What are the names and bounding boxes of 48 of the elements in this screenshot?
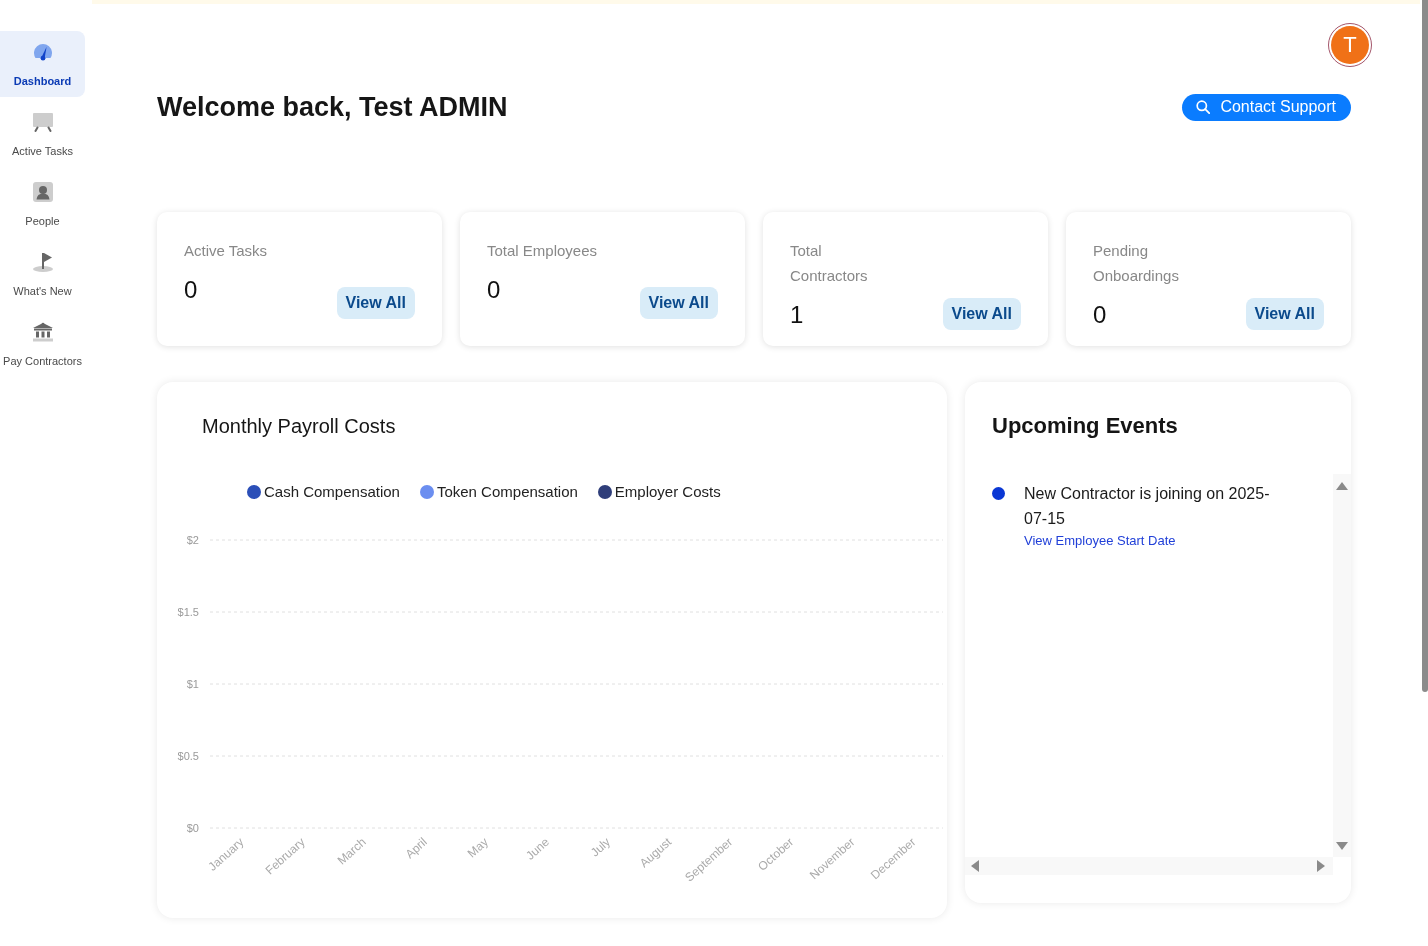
panel-title: Upcoming Events [992,412,1178,440]
view-all-button[interactable]: View All [336,287,415,319]
event-text: New Contractor is joining on 2025-07-15 [1024,484,1271,529]
sidebar-item[interactable]: People [0,171,85,237]
bank-icon [31,322,54,342]
person-icon [31,182,54,202]
axis-label: $0 [186,822,199,834]
axis-label: June [523,834,552,863]
stat-label: Active Tasks [184,241,268,261]
scrollbar-thumb[interactable] [1422,0,1428,692]
axis-label: July [587,834,614,860]
horizontal-scrollbar[interactable] [965,857,1333,875]
search-icon [1196,100,1211,114]
chart-title: Monthly Payroll Costs [202,414,396,439]
stat-label: Pending Onboardings [1093,241,1180,286]
sidebar-item[interactable]: Pay Contractors [0,311,85,377]
axis-label: $2 [186,534,199,546]
stat-label: Total Employees [487,241,598,261]
sidebar-item[interactable]: Dashboard [0,31,85,97]
event-link[interactable]: View Employee Start Date [1024,531,1176,551]
contact-support-button[interactable]: Contact Support [1182,93,1351,121]
sidebar-item[interactable]: Active Tasks [0,101,85,167]
scroll-up-icon[interactable] [1336,482,1348,490]
sidebar-item[interactable]: What's New [0,241,85,307]
scroll-right-icon[interactable] [1317,860,1325,872]
legend-label: Employer Costs [614,482,721,502]
event-dot-icon [992,487,1005,500]
axis-label: $1.5 [177,606,199,618]
scroll-left-icon[interactable] [971,860,979,872]
stat-value: 0 [1093,300,1107,330]
scroll-down-icon[interactable] [1336,842,1348,850]
legend-label: Cash Compensation [264,482,400,502]
view-all-button[interactable]: View All [1245,298,1324,330]
stat-value: 0 [184,275,198,305]
view-all-button[interactable]: View All [942,298,1021,330]
stat-value: 0 [487,275,501,305]
whiteboard-icon [31,112,54,132]
gauge-icon [31,42,54,62]
flag-icon [31,252,54,272]
welcome-heading: Welcome back, Test ADMIN [157,91,508,124]
axis-label: May [464,834,491,861]
stat-label: Total Contractors [790,241,869,286]
axis-label: $0.5 [177,750,199,762]
stat-value: 1 [790,300,804,330]
legend-label: Token Compensation [436,482,578,502]
vertical-scrollbar[interactable] [1333,474,1351,857]
view-all-button[interactable]: View All [639,287,718,319]
axis-label: $1 [186,678,199,690]
